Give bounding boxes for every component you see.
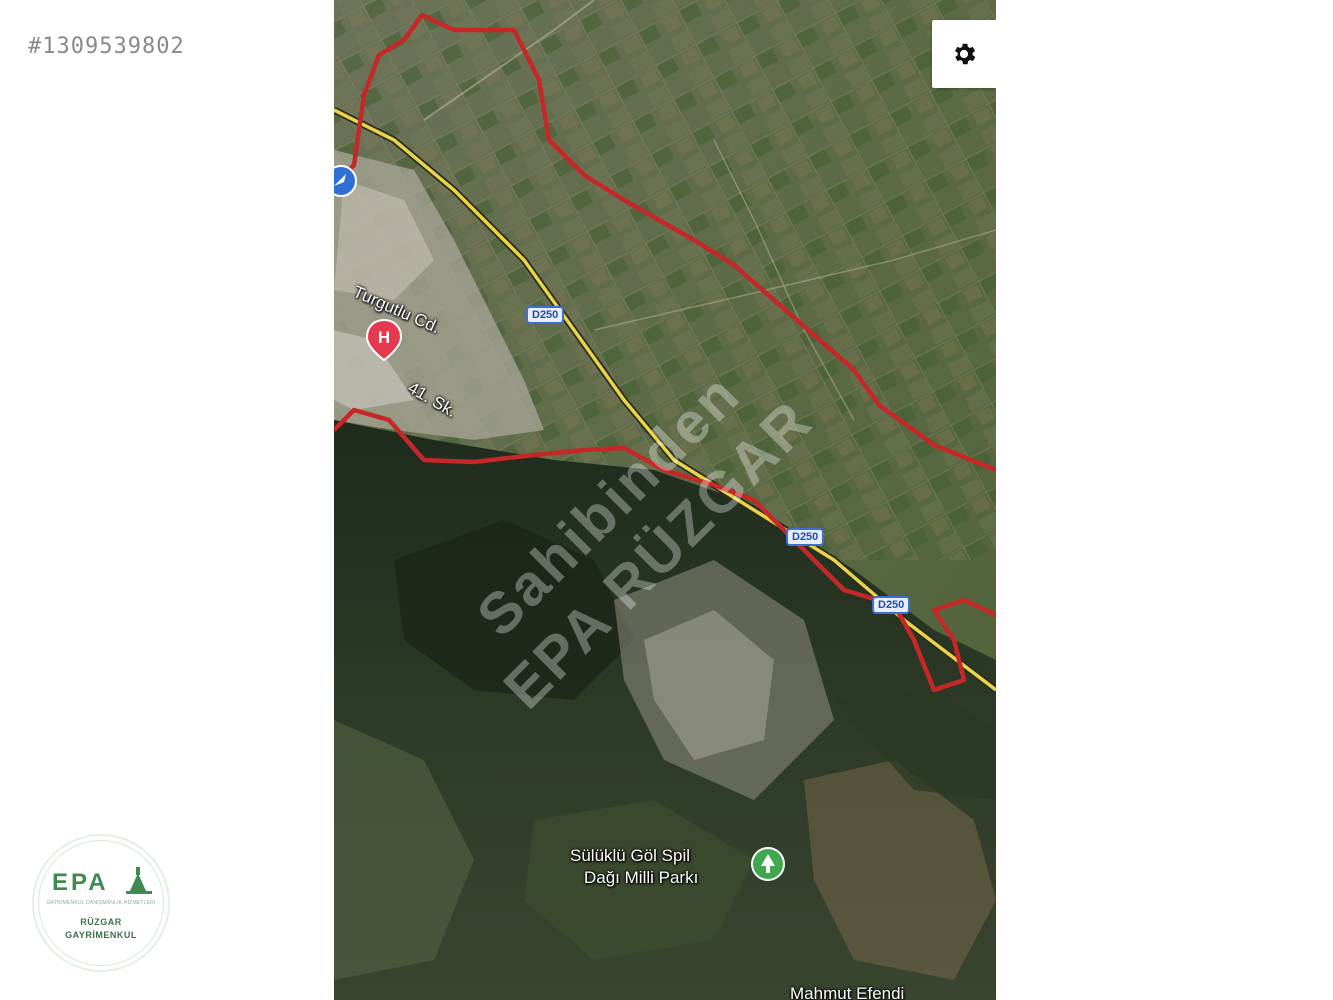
- navigation-arrow-icon[interactable]: [334, 164, 358, 198]
- road-shield-d250: D250: [526, 306, 565, 324]
- company-logo: EPA GAYRİMENKUL DANIŞMANLIK HİZMETLERİ R…: [32, 834, 170, 972]
- hospital-pin-icon[interactable]: H: [364, 318, 404, 362]
- logo-line-1: RÜZGAR: [80, 916, 122, 927]
- logo-tagline: GAYRİMENKUL DANIŞMANLIK HİZMETLERİ: [46, 899, 156, 906]
- svg-text:EPA: EPA: [52, 869, 109, 896]
- place-label: Mahmut Efendi: [790, 984, 905, 1000]
- gear-icon: [955, 43, 976, 65]
- map-view[interactable]: D250 D250 D250 Turgutlu Cd. 41. Sk. H Sü…: [334, 0, 996, 1000]
- park-label: Dağı Milli Parkı: [584, 868, 699, 887]
- logo-line-2: GAYRİMENKUL: [65, 929, 137, 940]
- listing-id: #1309539802: [28, 34, 185, 59]
- road-shield-d250: D250: [872, 596, 911, 614]
- road-shield-d250: D250: [786, 528, 825, 546]
- epa-logo-mark: EPA: [52, 866, 152, 896]
- park-pin-icon[interactable]: [748, 844, 788, 884]
- settings-button[interactable]: [932, 20, 996, 88]
- park-label: Sülüklü Göl Spil: [570, 846, 691, 865]
- svg-text:H: H: [378, 328, 390, 347]
